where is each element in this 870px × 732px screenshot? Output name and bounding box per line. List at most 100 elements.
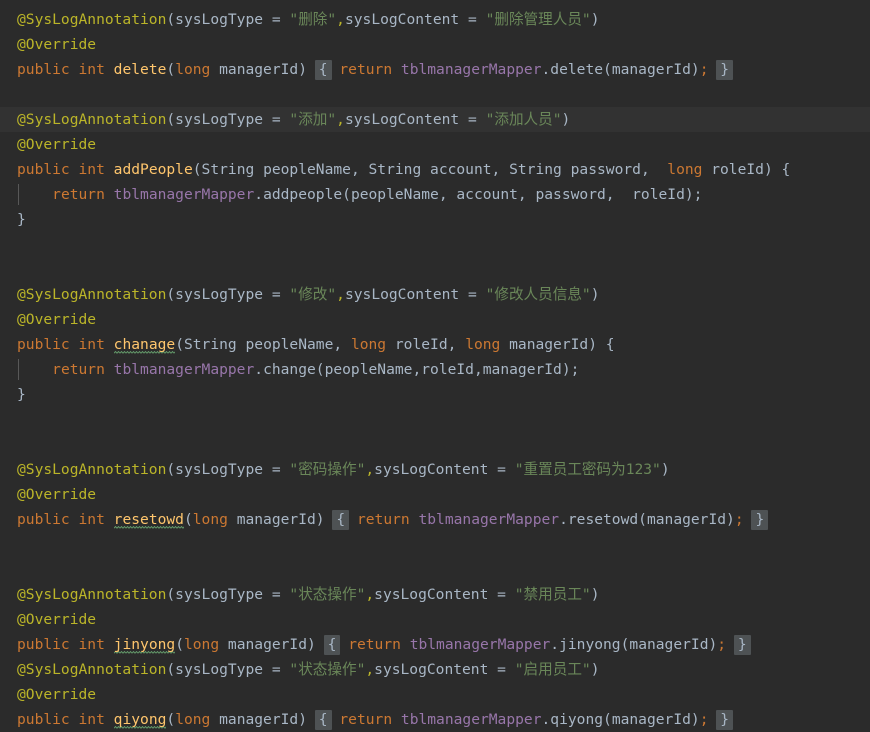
code-token-field: tblmanagerMapper [418,511,560,528]
code-token-kw: long [175,61,220,78]
code-token-punc [17,186,52,203]
code-token-kw: public [17,61,79,78]
code-line[interactable]: @SysLogAnnotation(sysLogType = "状态操作",sy… [0,657,870,682]
code-token-kw: long [667,161,712,178]
code-line[interactable] [0,432,870,457]
code-token-punc: , [438,186,457,203]
code-line[interactable]: return tblmanagerMapper.change(peopleNam… [0,357,870,382]
code-token-punc: ( [166,11,176,28]
code-line[interactable]: @SysLogAnnotation(sysLogType = "修改",sysL… [0,282,870,307]
code-token-punc: ) { [588,336,615,353]
code-line[interactable]: public int jinyong(long managerId) { ret… [0,632,870,657]
code-editor[interactable]: @SysLogAnnotation(sysLogType = "删除",sysL… [0,0,870,730]
code-token-str: "修改人员信息" [485,286,591,303]
matching-brace-highlight: { [323,635,341,655]
code-token-punc: = [271,11,290,28]
code-token-punc: , [605,186,633,203]
code-token-punc: = [271,586,290,603]
code-line[interactable]: @Override [0,607,870,632]
code-token-punc: ( [192,161,202,178]
code-token-punc: . [254,186,264,203]
code-token-kw: public [17,161,79,178]
code-line[interactable] [0,407,870,432]
typo-token: chanage [113,336,176,354]
code-line[interactable]: return tblmanagerMapper.addpeople(people… [0,182,870,207]
code-line[interactable]: @SysLogAnnotation(sysLogType = "添加",sysL… [0,107,870,132]
code-token-ident: String [509,161,571,178]
code-line[interactable]: } [0,382,870,407]
code-token-anno: @SysLogAnnotation [17,586,167,603]
code-token-punc: = [497,661,515,678]
code-token-punc: = [467,111,486,128]
code-token-ident: sysLogType [175,111,272,128]
code-token-punc: ) [590,661,600,678]
code-token-punc: ( [183,511,193,528]
code-token-str: "删除" [289,11,337,28]
code-token-ident: managerId [509,336,589,353]
code-token-str: "状态操作" [289,586,366,603]
code-line[interactable] [0,557,870,582]
code-token-punc: , [473,361,483,378]
code-line[interactable]: @Override [0,132,870,157]
code-token-ident: sysLogType [175,11,272,28]
code-token-punc: . [541,711,551,728]
code-line[interactable]: @Override [0,682,870,707]
code-token-punc: ) [590,586,600,603]
code-token-kw: return [339,61,401,78]
code-token-kw: int [78,336,114,353]
code-line[interactable]: public int addPeople(String peopleName, … [0,157,870,182]
code-token-kw: return [348,636,410,653]
code-token-punc: ) [690,711,700,728]
code-token-str: "启用员工" [514,661,591,678]
code-token-punc: ( [603,711,612,728]
code-line[interactable]: @Override [0,307,870,332]
code-token-punc: ( [166,661,176,678]
code-token-anno: @Override [17,486,97,503]
code-token-anno: @Override [17,686,97,703]
code-line[interactable]: @Override [0,32,870,57]
code-token-mcall: addpeople [263,186,343,203]
code-token-ident: sysLogContent [344,111,468,128]
code-token-punc: ( [638,511,647,528]
code-line[interactable]: @SysLogAnnotation(sysLogType = "密码操作",sy… [0,457,870,482]
code-token-kw: int [78,511,114,528]
code-token-ident: peopleName [350,186,439,203]
code-token-field: tblmanagerMapper [400,711,542,728]
code-line[interactable]: @SysLogAnnotation(sysLogType = "删除",sysL… [0,7,870,32]
code-line[interactable]: public int resetowd(long managerId) { re… [0,507,870,532]
code-line[interactable]: } [0,207,870,232]
code-token-kw: ; [734,511,744,528]
code-token-punc: } [17,211,26,228]
code-token-punc: ( [603,61,612,78]
code-token-ident: roleId [421,361,474,378]
code-token-ident: String [368,161,431,178]
code-line[interactable]: public int qiyong(long managerId) { retu… [0,707,870,732]
code-line[interactable] [0,532,870,557]
code-line[interactable]: @SysLogAnnotation(sysLogType = "状态操作",sy… [0,582,870,607]
code-line[interactable] [0,257,870,282]
code-token-punc: ) [726,511,735,528]
code-token-punc: ) [315,511,325,528]
code-token-kw: int [78,636,114,653]
code-token-kw: return [356,511,419,528]
code-token-kw: public [17,711,79,728]
code-token-mcall: jinyong [559,636,621,653]
code-token-punc: ) [561,111,571,128]
code-token-punc [17,361,52,378]
code-token-ident: managerId [236,511,316,528]
code-token-kw: long [175,711,220,728]
code-token-punc: ( [342,186,351,203]
code-token-anno: , [365,586,375,603]
code-line[interactable]: @Override [0,482,870,507]
code-line[interactable]: public int delete(long managerId) { retu… [0,57,870,82]
code-token-ident: sysLogType [175,661,272,678]
code-line[interactable]: public int chanage(String peopleName, lo… [0,332,870,357]
code-token-ident: peopleName [324,361,413,378]
code-token-anno: @Override [17,611,97,628]
matching-brace-highlight: { [314,710,332,730]
code-token-ident: managerId [227,636,307,653]
code-token-punc: ( [315,361,325,378]
code-line[interactable] [0,82,870,107]
code-line[interactable] [0,232,870,257]
code-token-anno: @SysLogAnnotation [17,11,167,28]
